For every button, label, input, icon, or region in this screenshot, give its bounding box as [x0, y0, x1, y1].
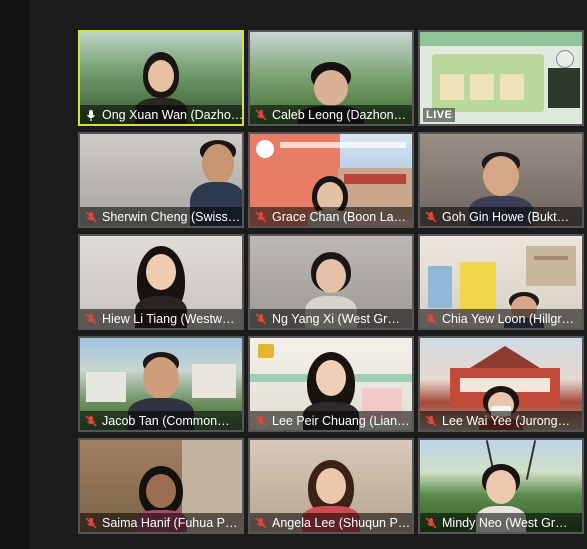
participant-name: Sherwin Cheng (Swiss… — [102, 209, 241, 224]
participant-name: Angela Lee (Shuqun P… — [272, 515, 411, 530]
muted-microphone-icon — [425, 414, 437, 427]
muted-microphone-icon — [255, 108, 267, 121]
video-tile[interactable]: Sherwin Cheng (Swiss… — [78, 132, 244, 228]
microphone-icon — [87, 109, 95, 121]
participant-nameplate: Chia Yew Loon (Hillgr… — [420, 309, 582, 328]
participant-name: Jacob Tan (Common… — [102, 413, 230, 428]
participant-name: Grace Chan (Boon La… — [272, 209, 407, 224]
participant-name: Ng Yang Xi (West Gr… — [272, 311, 400, 326]
participant-nameplate: Lee Peir Chuang (Lian… — [250, 411, 412, 430]
video-tile[interactable]: Grace Chan (Boon La… — [248, 132, 414, 228]
muted-microphone-icon — [85, 414, 97, 427]
participant-nameplate: Caleb Leong (Dazhon… — [250, 105, 412, 124]
participant-nameplate: Saima Hanif (Fuhua P… — [80, 513, 242, 532]
video-tile[interactable]: Goh Gin Howe (Bukt… — [418, 132, 584, 228]
participant-name: Saima Hanif (Fuhua P… — [102, 515, 238, 530]
participant-name: Lee Wai Yee (Jurong… — [442, 413, 571, 428]
muted-microphone-icon — [425, 516, 437, 529]
participant-name: Chia Yew Loon (Hillgr… — [442, 311, 575, 326]
video-tile[interactable]: Saima Hanif (Fuhua P… — [78, 438, 244, 534]
muted-microphone-icon — [255, 516, 267, 529]
muted-microphone-icon — [85, 516, 97, 529]
participant-nameplate: Sherwin Cheng (Swiss… — [80, 207, 242, 226]
muted-microphone-icon — [85, 210, 97, 223]
video-tile[interactable]: Chia Yew Loon (Hillgr… — [418, 234, 584, 330]
participant-nameplate: Jacob Tan (Common… — [80, 411, 242, 430]
participant-nameplate: Ng Yang Xi (West Gr… — [250, 309, 412, 328]
video-tile[interactable]: Lee Peir Chuang (Lian… — [248, 336, 414, 432]
video-tile[interactable]: Ng Yang Xi (West Gr… — [248, 234, 414, 330]
muted-microphone-icon — [85, 312, 97, 325]
muted-microphone-icon — [255, 210, 267, 223]
participant-nameplate: Goh Gin Howe (Bukt… — [420, 207, 582, 226]
participant-name: Hiew Li Tiang (Westw… — [102, 311, 235, 326]
participant-nameplate: Ong Xuan Wan (Dazho… — [80, 105, 242, 124]
participant-name: Lee Peir Chuang (Lian… — [272, 413, 410, 428]
video-tile[interactable]: Caleb Leong (Dazhon… — [248, 30, 414, 126]
video-tile[interactable]: Mindy Neo (West Gr… — [418, 438, 584, 534]
video-gallery-grid: Ong Xuan Wan (Dazho… Caleb Leong (Dazhon… — [78, 30, 585, 535]
live-badge: LIVE — [423, 108, 456, 122]
muted-microphone-icon — [255, 414, 267, 427]
video-tile[interactable]: Lee Wai Yee (Jurong… — [418, 336, 584, 432]
video-tile[interactable]: Ong Xuan Wan (Dazho… — [78, 30, 244, 126]
video-tile[interactable]: LIVE — [418, 30, 584, 126]
participant-nameplate: Hiew Li Tiang (Westw… — [80, 309, 242, 328]
video-tile[interactable]: Jacob Tan (Common… — [78, 336, 244, 432]
muted-microphone-icon — [255, 312, 267, 325]
video-tile[interactable]: Angela Lee (Shuqun P… — [248, 438, 414, 534]
participant-name: Mindy Neo (West Gr… — [442, 515, 568, 530]
muted-microphone-icon — [425, 312, 437, 325]
participant-name: Caleb Leong (Dazhon… — [272, 107, 407, 122]
participant-nameplate: Lee Wai Yee (Jurong… — [420, 411, 582, 430]
participant-name: Goh Gin Howe (Bukt… — [442, 209, 570, 224]
video-tile[interactable]: Hiew Li Tiang (Westw… — [78, 234, 244, 330]
participant-nameplate: Grace Chan (Boon La… — [250, 207, 412, 226]
participant-name: Ong Xuan Wan (Dazho… — [102, 107, 242, 122]
participant-nameplate: Mindy Neo (West Gr… — [420, 513, 582, 532]
participant-nameplate: Angela Lee (Shuqun P… — [250, 513, 412, 532]
muted-microphone-icon — [425, 210, 437, 223]
left-bezel — [0, 0, 30, 549]
